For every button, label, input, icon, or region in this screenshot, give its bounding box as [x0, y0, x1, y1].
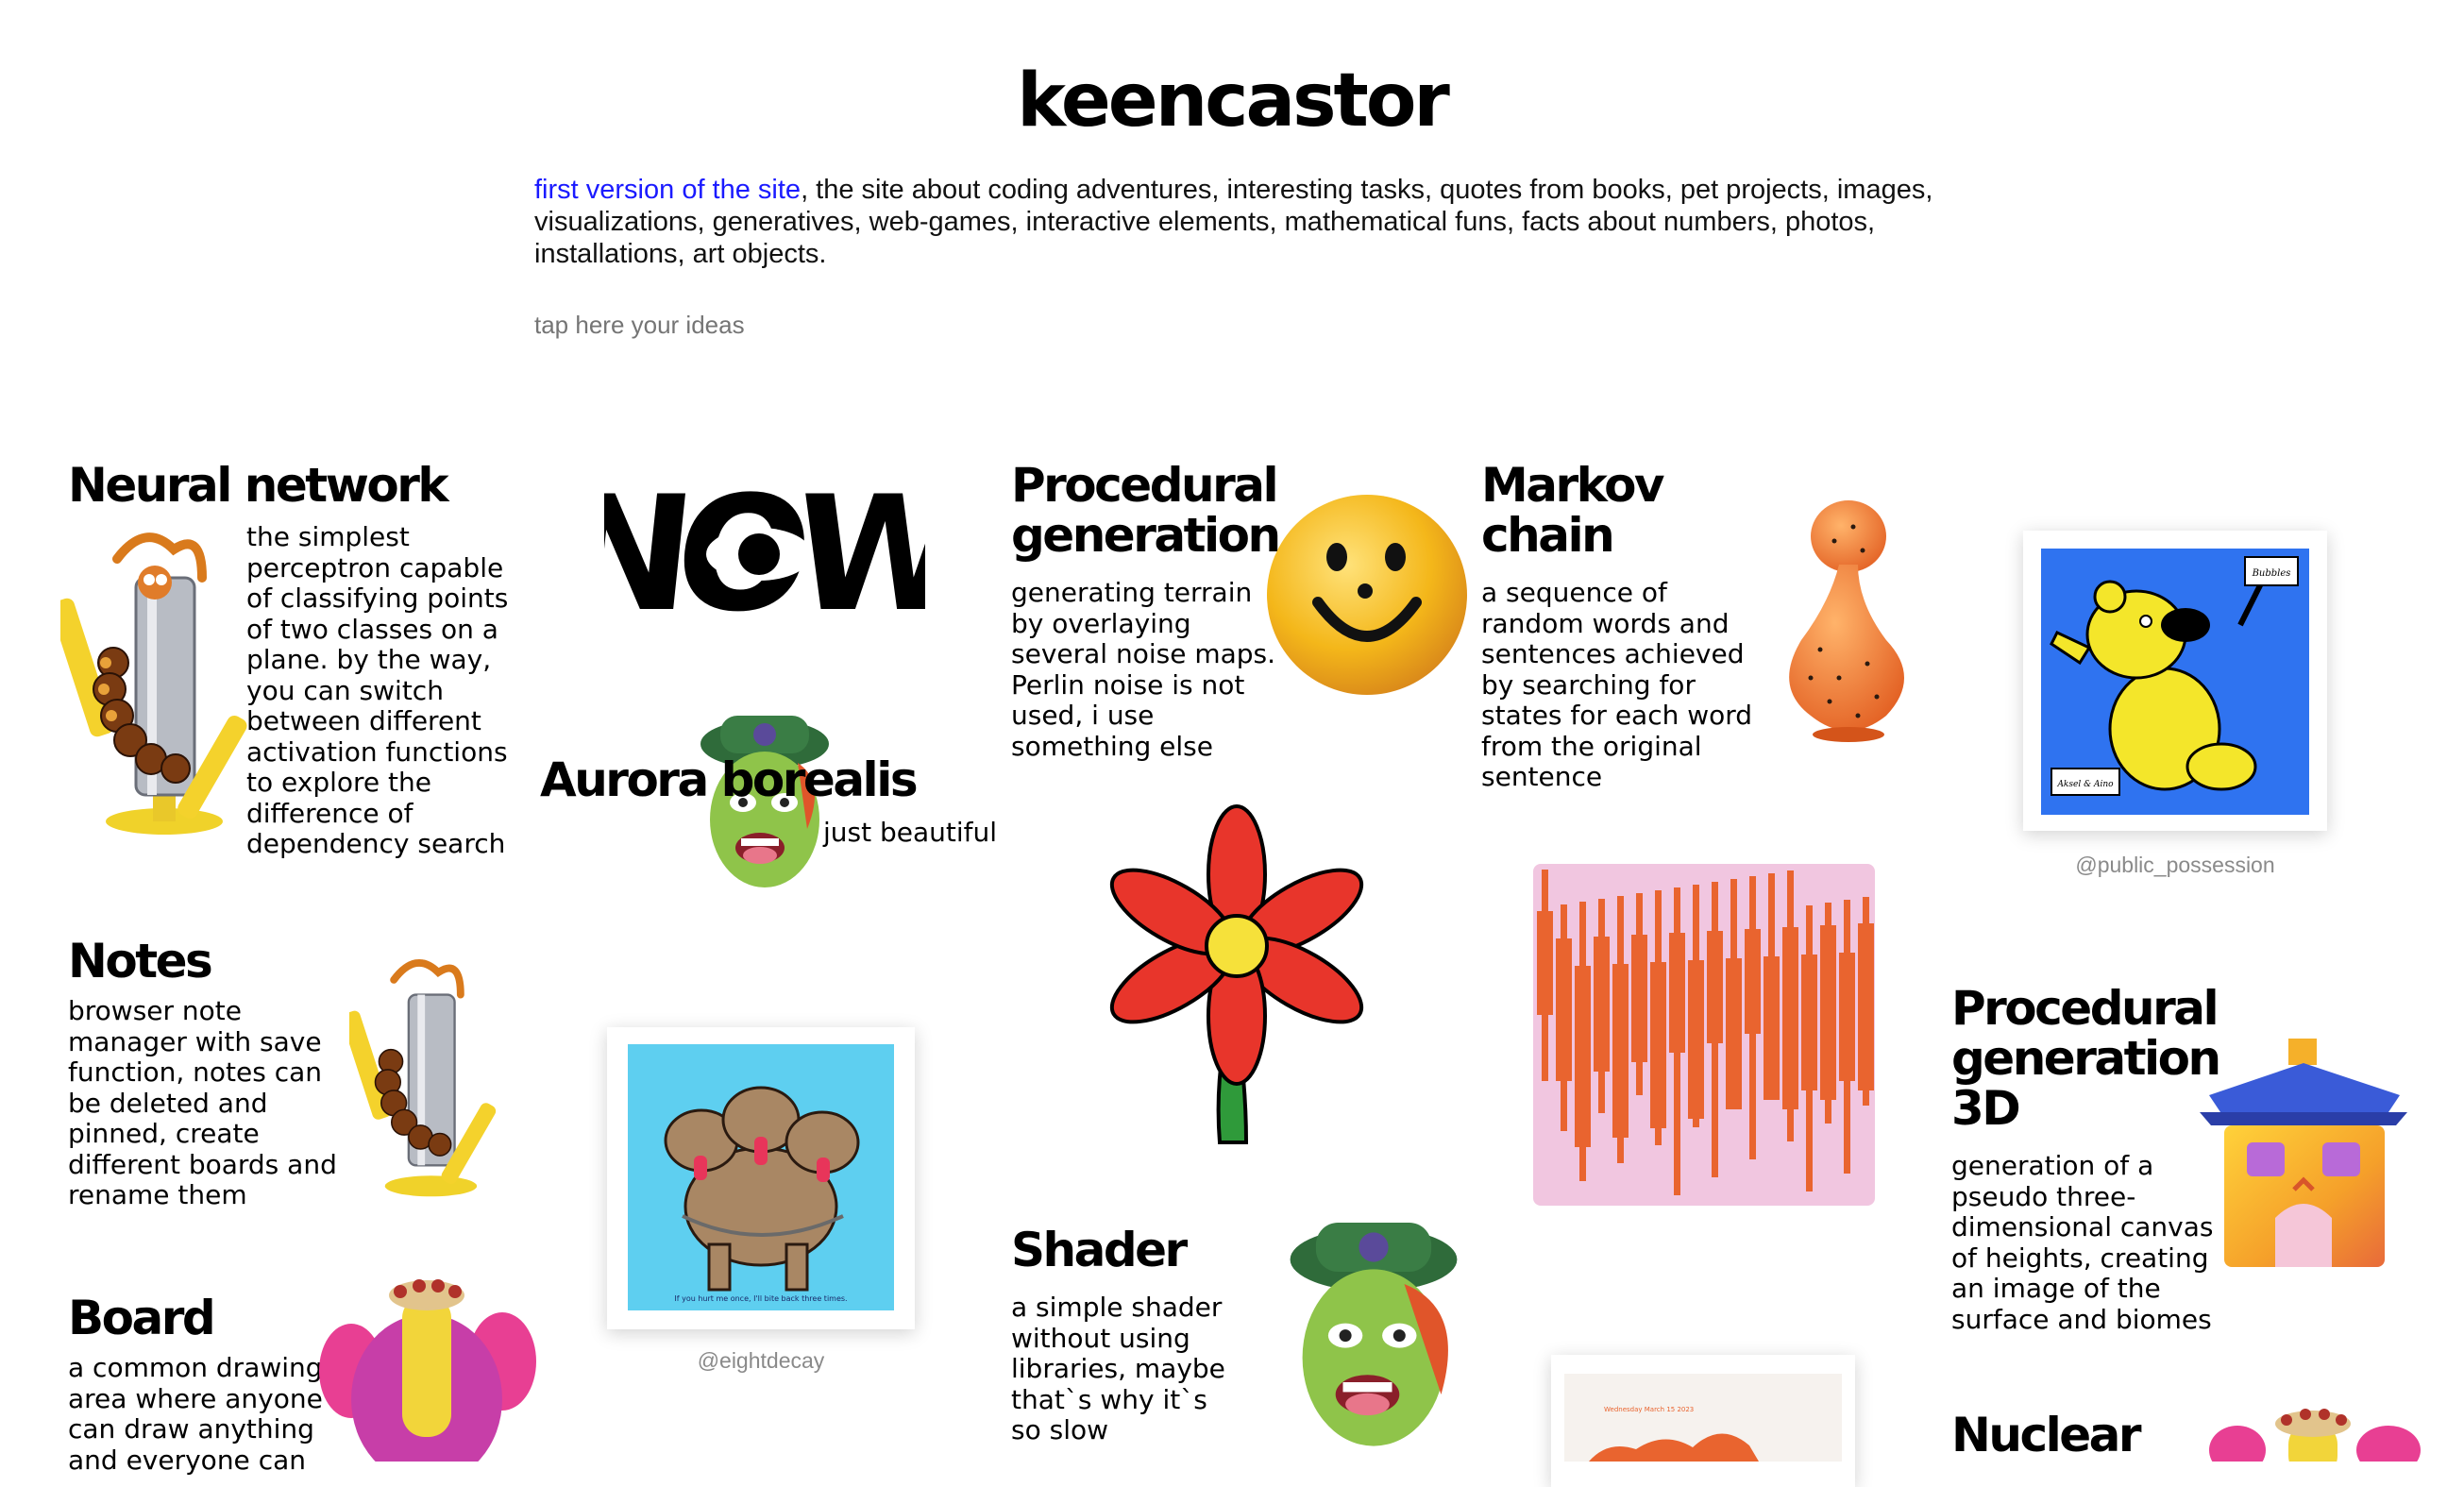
bar-body	[1782, 927, 1798, 1109]
first-version-link[interactable]: first version of the site	[534, 175, 801, 205]
shader-head-art[interactable]	[1279, 1210, 1468, 1456]
card-description: a sequence of random words and sentences…	[1481, 577, 1753, 792]
nuclear-art[interactable]	[2200, 1403, 2426, 1462]
bars-visualization-art	[1533, 864, 1875, 1206]
card-aurora-borealis[interactable]: Aurora borealis	[540, 755, 1031, 805]
poster-small-text: Wednesday March 15 2023	[1604, 1406, 1694, 1413]
bar-body	[1745, 929, 1761, 1034]
credit-public-possession[interactable]: @public_possession	[2023, 853, 2327, 878]
bear-sign-bottom: Aksel & Aino	[2056, 780, 2114, 789]
card-description: generating terrain by overlaying several…	[1011, 577, 1276, 762]
card-shader[interactable]: Shader a simple shader without using lib…	[1011, 1225, 1294, 1446]
card-markov-chain[interactable]: Markov chain a sequence of random words …	[1481, 461, 1764, 793]
bar-body	[1726, 958, 1742, 1109]
bar-body	[1707, 931, 1723, 1043]
ideas-input[interactable]	[534, 311, 1101, 340]
site-title: keencastor	[1017, 59, 1450, 144]
dogs-caption: If you hurt me once, I'll bite back thre…	[674, 1294, 847, 1303]
bar-body	[1801, 955, 1817, 1090]
bar-body	[1858, 923, 1874, 1090]
bar-body	[1688, 960, 1704, 1119]
neural-network-art[interactable]	[60, 521, 259, 842]
card-title: Nuclear	[1951, 1408, 2142, 1462]
now-eye-art: NOW	[604, 477, 925, 628]
bar-body	[1556, 938, 1572, 1081]
bear-sign-top: Bubbles	[2252, 568, 2291, 579]
card-neural-network[interactable]: Neural network	[68, 461, 540, 511]
card-description: a simple shader without using libraries,…	[1011, 1292, 1225, 1445]
card-description: generation of a pseudo three-dimensional…	[1951, 1150, 2214, 1335]
bar-body	[1537, 911, 1553, 1015]
bar-body	[1820, 925, 1836, 1100]
bar-body	[1631, 935, 1647, 1062]
bar-body	[1764, 956, 1780, 1100]
card-title: Neural network	[68, 458, 449, 513]
card-title: Notes	[68, 934, 213, 989]
card-title: Shader	[1011, 1223, 1188, 1277]
card-title: Aurora borealis	[540, 752, 919, 807]
card-description: browser note manager with save function,…	[68, 995, 337, 1210]
bar-body	[1669, 933, 1685, 1053]
card-description: a common drawing area where anyone can d…	[68, 1352, 323, 1476]
bear-poster-art: Bubbles Aksel & Aino	[2041, 549, 2309, 815]
neural-network-text: the simplest perceptron capable of class…	[246, 521, 511, 860]
board-art[interactable]	[313, 1276, 540, 1462]
dogs-poster-art: If you hurt me once, I'll bite back thre…	[628, 1044, 894, 1310]
card-procedural-generation[interactable]: Procedural generation generating terrain…	[1011, 461, 1294, 762]
card-title: Markov chain	[1481, 458, 1665, 563]
bar-body	[1650, 962, 1666, 1128]
bar-body	[1612, 964, 1629, 1138]
bars-visualization[interactable]	[1533, 864, 1875, 1206]
flower-art[interactable]	[1088, 801, 1371, 1146]
bear-poster[interactable]: Bubbles Aksel & Aino	[2023, 531, 2327, 831]
credit-eightdecay[interactable]: @eightdecay	[607, 1348, 915, 1374]
card-description: the simplest perceptron capable of class…	[246, 521, 509, 859]
dogs-poster[interactable]: If you hurt me once, I'll bite back thre…	[607, 1027, 915, 1329]
orange-poster-art: Wednesday March 15 2023	[1564, 1374, 1842, 1468]
bar-body	[1839, 953, 1855, 1081]
orange-poster[interactable]: Wednesday March 15 2023	[1551, 1355, 1855, 1487]
card-nuclear[interactable]: Nuclear	[1951, 1411, 2235, 1461]
smiley-face-art[interactable]	[1263, 491, 1471, 699]
site-intro: first version of the site, the site abou…	[534, 174, 1950, 270]
card-notes[interactable]: Notes browser note manager with save fun…	[68, 937, 370, 1211]
bar-body	[1594, 937, 1610, 1072]
bar-body	[1575, 966, 1591, 1147]
markov-vase-art[interactable]	[1764, 498, 1924, 746]
house-art[interactable]	[2190, 1039, 2417, 1270]
aurora-description: just beautiful	[823, 817, 998, 848]
card-title: Procedural generation	[1011, 458, 1281, 563]
notes-art[interactable]	[349, 949, 505, 1204]
